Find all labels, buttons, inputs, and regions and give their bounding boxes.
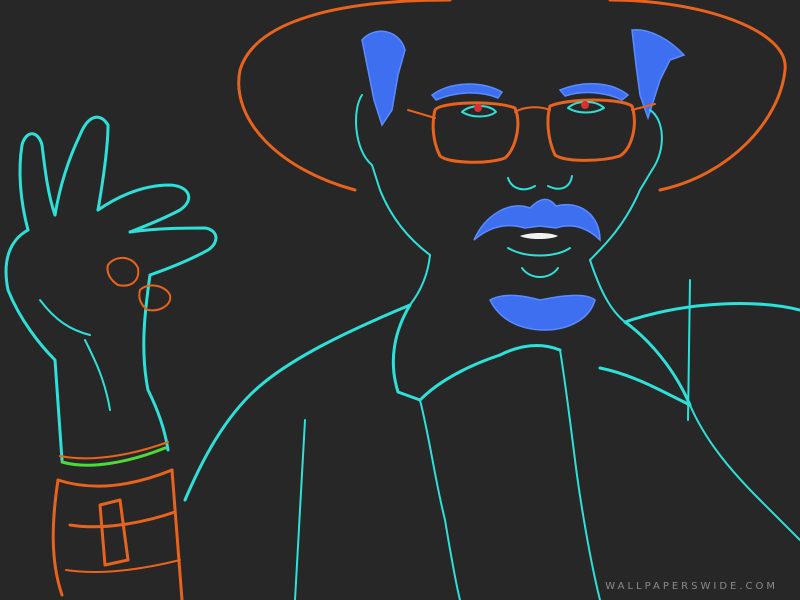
mouth — [507, 233, 571, 257]
hat — [237, 0, 787, 192]
portrait-drawing — [4, 0, 800, 600]
neon-line-art-portrait: WALLPAPERSWIDE.COM — [0, 0, 800, 600]
nose — [507, 175, 573, 191]
left-eyebrow — [430, 83, 504, 101]
goatee — [489, 294, 596, 331]
right-eyebrow — [558, 82, 630, 101]
right-eye-pupil — [581, 101, 589, 109]
chin-line — [521, 267, 559, 278]
left-eye-pupil — [474, 104, 482, 112]
glasses — [407, 98, 656, 164]
wristband — [51, 468, 184, 600]
raised-hand — [4, 115, 218, 462]
hair-left — [361, 30, 406, 127]
watermark-text: WALLPAPERSWIDE.COM — [605, 581, 778, 592]
face-outline — [355, 94, 663, 261]
bracelet — [59, 441, 169, 467]
shirt — [183, 279, 800, 600]
hair-right — [631, 29, 686, 121]
